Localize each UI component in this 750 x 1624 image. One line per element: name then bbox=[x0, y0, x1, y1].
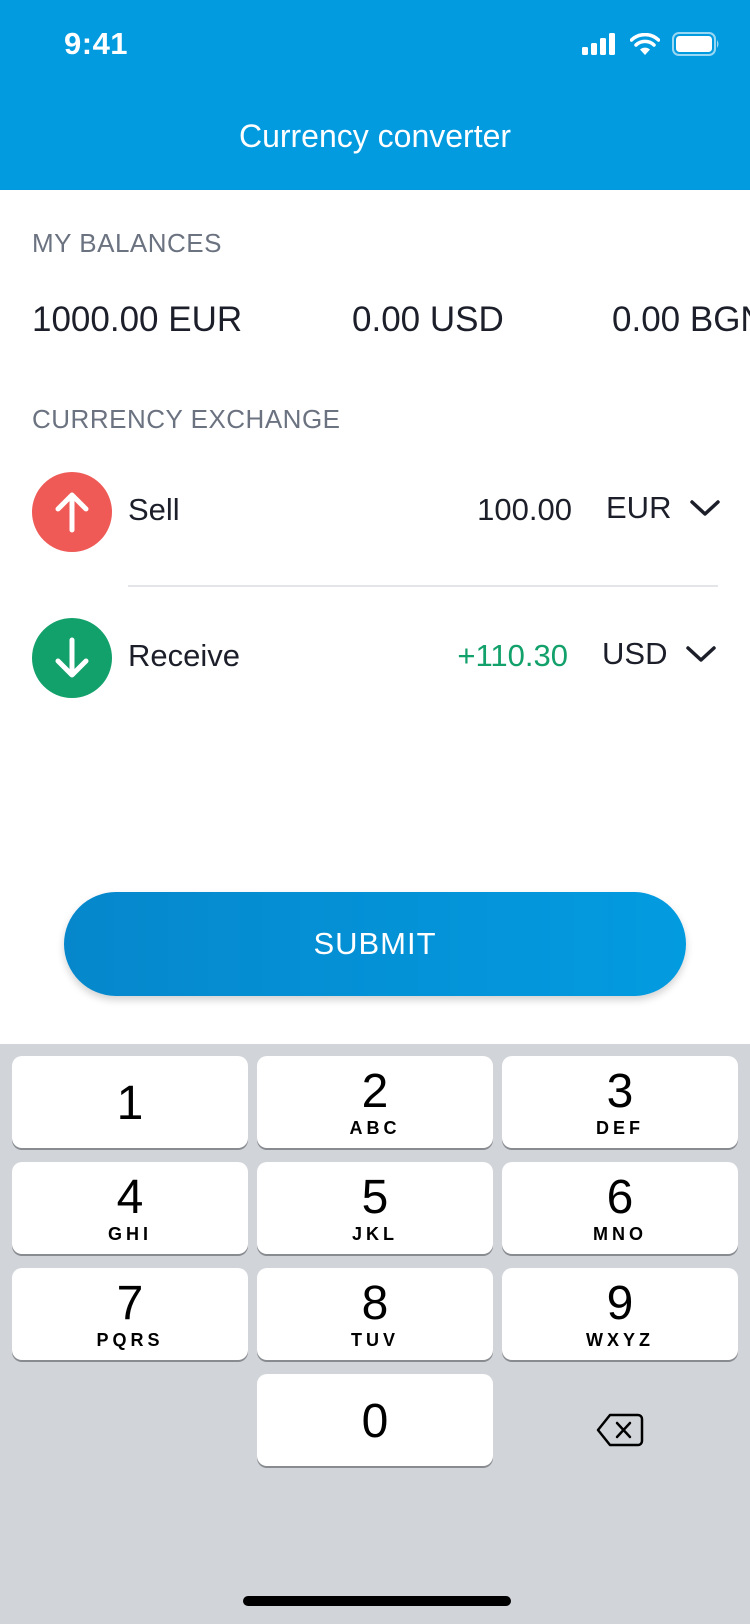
key-digit: 1 bbox=[116, 1077, 144, 1130]
key-1[interactable]: 1 bbox=[12, 1056, 248, 1148]
balances-section-label: MY BALANCES bbox=[32, 228, 222, 258]
numeric-keypad: 1 2 ABC 3 DEF 4 GHI 5 JKL 6 MNO 7 PQRS 8… bbox=[0, 1044, 750, 1624]
backspace-key[interactable] bbox=[580, 1400, 660, 1460]
balance-eur: 1000.00 EUR bbox=[32, 300, 243, 339]
key-letters: WXYZ bbox=[586, 1330, 654, 1350]
key-letters: ABC bbox=[349, 1118, 401, 1138]
wifi-icon bbox=[630, 33, 660, 55]
arrow-up-icon bbox=[55, 492, 89, 533]
status-icons bbox=[582, 32, 720, 56]
exchange-section-label: CURRENCY EXCHANGE bbox=[32, 404, 341, 434]
key-letters: MNO bbox=[593, 1224, 647, 1244]
sell-label: Sell bbox=[128, 492, 180, 527]
row-divider bbox=[128, 585, 718, 587]
key-9[interactable]: 9 WXYZ bbox=[502, 1268, 738, 1360]
sell-currency-select[interactable]: EUR bbox=[606, 490, 721, 526]
key-letters: PQRS bbox=[96, 1330, 164, 1350]
key-digit: 3 bbox=[606, 1065, 634, 1118]
key-6[interactable]: 6 MNO bbox=[502, 1162, 738, 1254]
key-0[interactable]: 0 bbox=[257, 1374, 493, 1466]
key-digit: 9 bbox=[606, 1277, 634, 1330]
balance-usd: 0.00 USD bbox=[352, 300, 504, 339]
arrow-down-icon bbox=[55, 637, 89, 678]
receive-row: Receive +110.30 USD bbox=[0, 608, 750, 708]
sell-currency-value: EUR bbox=[606, 490, 672, 525]
key-digit: 8 bbox=[361, 1277, 389, 1330]
key-letters: DEF bbox=[596, 1118, 644, 1138]
receive-currency-value: USD bbox=[602, 636, 668, 671]
key-digit: 7 bbox=[116, 1277, 144, 1330]
backspace-icon bbox=[596, 1413, 644, 1447]
key-2[interactable]: 2 ABC bbox=[257, 1056, 493, 1148]
key-digit: 5 bbox=[361, 1171, 389, 1224]
sell-row: Sell 100.00 EUR bbox=[0, 462, 750, 562]
receive-badge bbox=[32, 618, 112, 698]
key-5[interactable]: 5 JKL bbox=[257, 1162, 493, 1254]
key-7[interactable]: 7 PQRS bbox=[12, 1268, 248, 1360]
key-letters: TUV bbox=[351, 1330, 399, 1350]
page-title: Currency converter bbox=[238, 118, 512, 154]
app-header: 9:41 Currency converter bbox=[0, 0, 750, 190]
key-4[interactable]: 4 GHI bbox=[12, 1162, 248, 1254]
balance-bgn: 0.00 BGN bbox=[612, 300, 750, 339]
currency-converter-screen: 9:41 Currency converter MY BALANCES 1 000… bbox=[0, 0, 750, 1624]
status-time: 9:41 bbox=[64, 26, 129, 61]
balances-list[interactable]: 1000.00 EUR 0.00 USD 0.00 BGN bbox=[0, 300, 750, 350]
submit-button[interactable]: SUBMIT bbox=[64, 892, 686, 996]
receive-label: Receive bbox=[128, 638, 240, 673]
key-8[interactable]: 8 TUV bbox=[257, 1268, 493, 1360]
receive-currency-select[interactable]: USD bbox=[602, 636, 717, 672]
key-letters: JKL bbox=[351, 1224, 398, 1244]
key-digit: 2 bbox=[361, 1065, 389, 1118]
chevron-down-icon bbox=[686, 646, 717, 662]
key-letters: GHI bbox=[107, 1224, 152, 1244]
home-indicator[interactable] bbox=[243, 1596, 511, 1606]
key-digit: 0 bbox=[361, 1395, 389, 1448]
key-3[interactable]: 3 DEF bbox=[502, 1056, 738, 1148]
sell-amount-input[interactable]: 100.00 bbox=[440, 492, 572, 528]
chevron-down-icon bbox=[690, 500, 721, 516]
signal-icon bbox=[582, 33, 615, 55]
sell-badge bbox=[32, 472, 112, 552]
key-digit: 6 bbox=[606, 1171, 634, 1224]
key-digit: 4 bbox=[116, 1171, 144, 1224]
battery-icon bbox=[672, 32, 719, 56]
receive-amount: +110.30 bbox=[457, 638, 568, 673]
